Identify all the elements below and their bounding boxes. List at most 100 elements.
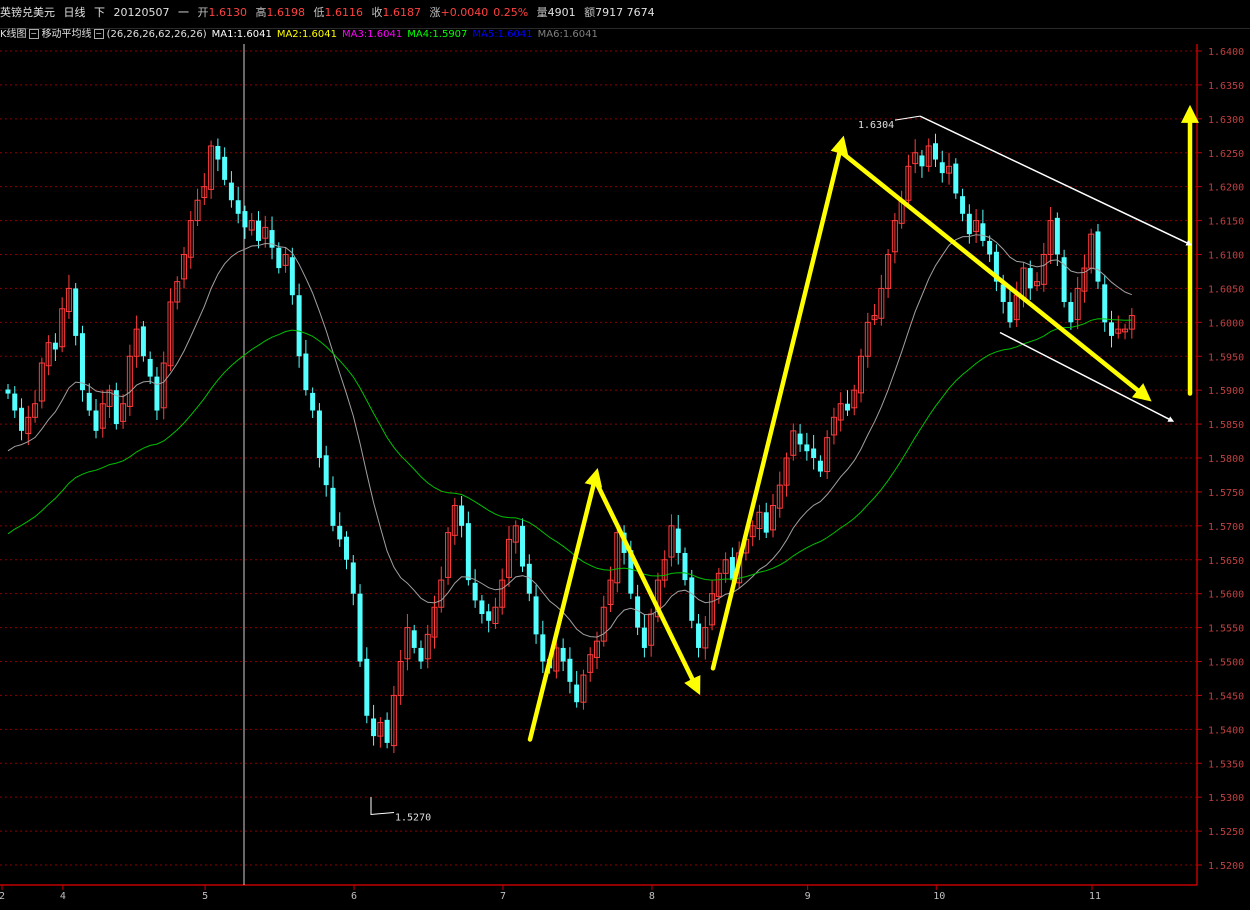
time-axis-label: 10	[933, 891, 945, 902]
candle-body-down	[472, 582, 478, 601]
candle-body-down	[1000, 284, 1006, 302]
price-axis-label: 1.5400	[1208, 725, 1244, 736]
candle-body-down	[540, 634, 546, 662]
candle-body-down	[675, 528, 681, 553]
candle-body-down	[323, 455, 329, 486]
candle-body-down	[1102, 284, 1108, 323]
candle-body-down	[371, 718, 377, 737]
candlestick-chart[interactable]: 1.6400 1.6350 1.6300 1.6250 1.6200 1.6150 1.61…	[0, 0, 1250, 910]
candle-body-down	[344, 536, 349, 560]
candle-body-down	[804, 444, 810, 452]
candle-body-down	[932, 143, 938, 160]
price-axis-label: 1.5200	[1208, 861, 1244, 872]
candle-body-down	[310, 392, 316, 411]
price-axis-label: 1.6200	[1208, 183, 1244, 194]
candle-body-down	[817, 460, 823, 472]
time-axis-label: 11	[1089, 891, 1101, 902]
price-axis-label: 1.6400	[1208, 47, 1244, 58]
candle-body-down	[797, 433, 803, 445]
candle-body-down	[763, 512, 769, 533]
candle-body-down	[811, 448, 817, 458]
price-axis-label: 1.6300	[1208, 115, 1244, 126]
candle-body-down	[303, 353, 309, 391]
candle-body-down	[154, 376, 160, 411]
candle-body-down	[966, 213, 972, 235]
candle-body-down	[641, 627, 647, 648]
candle-body-down	[222, 156, 228, 180]
price-axis-label: 1.5600	[1208, 590, 1244, 601]
low-annotation: 1.5270	[395, 813, 431, 824]
candle-body-down	[1109, 322, 1115, 336]
candle-body-down	[682, 552, 688, 581]
candle-body-down	[12, 393, 18, 411]
candle-body-down	[255, 220, 261, 241]
candle-body-down	[465, 523, 471, 581]
candle-body-down	[73, 288, 79, 336]
time-axis-label: 9	[805, 891, 811, 902]
candle-body-down	[296, 295, 302, 357]
price-axis-label: 1.6350	[1208, 81, 1244, 92]
candle-body-down	[357, 593, 363, 662]
candle-body-down	[960, 196, 966, 214]
time-axis-label: 4	[60, 891, 66, 902]
candle-body-down	[235, 200, 241, 214]
candle-body-down	[228, 182, 234, 201]
plot-background	[0, 44, 1197, 885]
price-axis-label: 1.5750	[1208, 488, 1244, 499]
candle-body-down	[567, 658, 573, 682]
candle-body-down	[242, 211, 248, 228]
price-axis-label: 1.5700	[1208, 522, 1244, 533]
candle-body-down	[276, 247, 282, 269]
candle-body-down	[411, 630, 417, 648]
candle-body-down	[533, 596, 539, 635]
price-axis-label: 1.5250	[1208, 827, 1244, 838]
candle-body-down	[350, 562, 356, 594]
candle-body-down	[696, 623, 702, 648]
price-axis-label: 1.5850	[1208, 420, 1244, 431]
candle-body-down	[459, 505, 465, 526]
candle-body-down	[1007, 301, 1013, 323]
candle-body-down	[520, 525, 526, 567]
price-axis-label: 1.5650	[1208, 556, 1244, 567]
candle-body-down	[5, 389, 11, 394]
high-annotation: 1.6304	[858, 120, 894, 131]
candle-body-down	[384, 719, 390, 743]
candle-body-down	[316, 410, 322, 458]
time-axis-label: 5	[202, 891, 208, 902]
candle-body-down	[1095, 231, 1101, 282]
price-axis-label: 1.6250	[1208, 149, 1244, 160]
candle-body-down	[574, 684, 580, 703]
candle-body-down	[289, 257, 295, 296]
candle-body-down	[215, 145, 221, 160]
price-axis-label: 1.5800	[1208, 454, 1244, 465]
price-axis-label: 1.6050	[1208, 284, 1244, 295]
candle-body-down	[93, 410, 99, 431]
candle-body-down	[486, 611, 492, 621]
candle-body-down	[147, 358, 153, 377]
candle-body-down	[980, 223, 986, 241]
candle-body-down	[844, 403, 850, 411]
candle-body-down	[1068, 301, 1074, 323]
price-axis-label: 1.6100	[1208, 251, 1244, 262]
price-axis-label: 1.6150	[1208, 217, 1244, 228]
candle-body-down	[560, 647, 566, 662]
candle-body-down	[939, 162, 945, 174]
candle-body-down	[52, 342, 58, 350]
candle-body-down	[987, 240, 993, 255]
candle-body-down	[330, 487, 336, 526]
candle-body-down	[919, 155, 925, 167]
price-axis-label: 1.5350	[1208, 759, 1244, 770]
price-axis-label: 1.6000	[1208, 318, 1244, 329]
price-axis-label: 1.5900	[1208, 386, 1244, 397]
candle-body-down	[364, 658, 370, 716]
time-axis-label: 8	[649, 891, 655, 902]
candle-body-down	[1027, 268, 1033, 289]
price-axis-label: 1.5500	[1208, 658, 1244, 669]
candle-body-down	[337, 525, 343, 540]
time-axis-label: 2	[0, 891, 5, 902]
time-axis-label: 7	[500, 891, 506, 902]
candle-body-down	[86, 392, 92, 411]
candle-body-down	[479, 600, 485, 615]
candle-body-down	[1054, 217, 1060, 255]
candle-body-down	[418, 647, 424, 662]
